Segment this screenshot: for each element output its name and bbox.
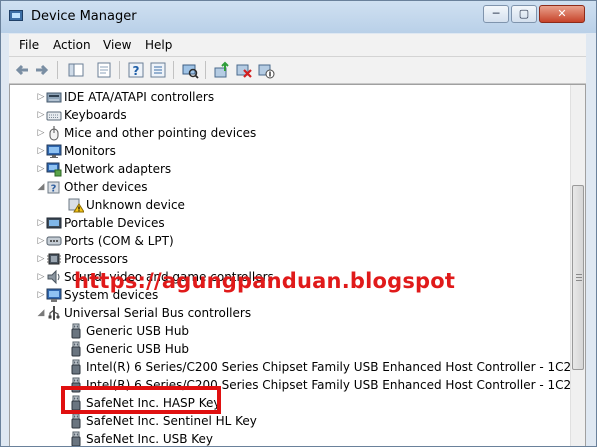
show-hide-console-tree-icon[interactable] [67, 61, 85, 79]
tree-device-item[interactable]: SafeNet Inc. Sentinel HL Key [10, 412, 572, 430]
tree-device-item[interactable]: Generic USB Hub [10, 340, 572, 358]
highlight-annotation-box [61, 386, 221, 414]
speaker-icon [46, 269, 62, 285]
tree-item-label: SafeNet Inc. Sentinel HL Key [86, 414, 257, 428]
toolbar-separator [205, 61, 206, 79]
tree-item-label: SafeNet Inc. USB Key [86, 432, 214, 446]
usb-icon [46, 305, 62, 321]
expand-arrow-icon[interactable]: ▷ [36, 286, 46, 304]
menu-view[interactable]: View [103, 38, 131, 52]
vertical-scrollbar[interactable] [570, 85, 585, 446]
disable-device-icon[interactable] [257, 61, 275, 79]
tree-category-item[interactable]: ▷ Ports (COM & LPT) [10, 232, 572, 250]
window-title: Device Manager [31, 9, 137, 24]
collapse-arrow-icon[interactable]: ◢ [36, 178, 46, 196]
tree-device-item[interactable]: Generic USB Hub [10, 322, 572, 340]
tree-item-label: Ports (COM & LPT) [64, 234, 174, 248]
svg-text:?: ? [133, 64, 140, 78]
tree-device-item[interactable]: Unknown device [10, 196, 572, 214]
keyboard-icon [46, 107, 62, 123]
tree-category-item[interactable]: ▷ Keyboards [10, 106, 572, 124]
device-manager-window: Device Manager ─ ▢ ✕ File Action View He… [0, 0, 597, 447]
tree-item-label: Portable Devices [64, 216, 165, 230]
usb-device-icon [68, 359, 84, 375]
menu-help[interactable]: Help [145, 38, 172, 52]
tree-item-label: Processors [64, 252, 129, 266]
expand-arrow-icon[interactable]: ▷ [36, 268, 46, 286]
close-button[interactable]: ✕ [539, 5, 585, 23]
tree-category-item[interactable]: ▷ Portable Devices [10, 214, 572, 232]
uninstall-device-icon[interactable] [235, 61, 253, 79]
expand-arrow-icon[interactable]: ▷ [36, 250, 46, 268]
usb-device-icon [68, 341, 84, 357]
toolbar: ? [9, 57, 586, 84]
scan-hardware-icon[interactable] [181, 61, 199, 79]
maximize-button[interactable]: ▢ [511, 5, 537, 23]
usb-device-icon [68, 413, 84, 429]
watermark-text: https://agungpanduan.blogspot [74, 269, 456, 293]
processor-icon [46, 251, 62, 267]
tree-item-label: Unknown device [86, 198, 185, 212]
properties-icon[interactable] [95, 61, 113, 79]
expand-arrow-icon[interactable]: ▷ [36, 214, 46, 232]
mouse-icon [46, 125, 62, 141]
expand-arrow-icon[interactable]: ▷ [36, 142, 46, 160]
device-view-icon[interactable] [149, 61, 167, 79]
collapse-arrow-icon[interactable]: ◢ [36, 304, 46, 322]
tree-category-item[interactable]: ▷ IDE ATA/ATAPI controllers [10, 88, 572, 106]
system-device-icon [46, 287, 62, 303]
network-adapter-icon [46, 161, 62, 177]
tree-device-item[interactable]: Intel(R) 6 Series/C200 Series Chipset Fa… [10, 358, 579, 376]
usb-device-icon [68, 431, 84, 446]
device-tree-view[interactable]: ▷ IDE ATA/ATAPI controllers ▷ Keyboards ▷ Mic… [9, 84, 586, 446]
scrollbar-grip [576, 280, 582, 281]
toolbar-separator [119, 61, 120, 79]
scrollbar-thumb[interactable] [572, 185, 584, 370]
tree-category-item[interactable]: ◢ Universal Serial Bus controllers [10, 304, 572, 322]
monitor-icon [46, 143, 62, 159]
tree-device-item[interactable]: SafeNet Inc. USB Key [10, 430, 572, 446]
forward-arrow-icon[interactable] [33, 61, 51, 79]
tree-category-item[interactable]: ▷ Processors [10, 250, 572, 268]
title-bar[interactable]: Device Manager ─ ▢ ✕ [1, 1, 596, 33]
portable-device-icon [46, 215, 62, 231]
tree-item-label: Keyboards [64, 108, 127, 122]
update-driver-icon[interactable] [213, 61, 231, 79]
tree-item-label: Mice and other pointing devices [64, 126, 257, 140]
expand-arrow-icon[interactable]: ▷ [36, 88, 46, 106]
back-arrow-icon[interactable] [13, 61, 31, 79]
other-devices-icon: ? [46, 179, 62, 195]
tree-item-label: Generic USB Hub [86, 324, 190, 338]
usb-device-icon [68, 323, 84, 339]
expand-arrow-icon[interactable]: ▷ [36, 160, 46, 178]
minimize-button[interactable]: ─ [483, 5, 509, 23]
menu-action[interactable]: Action [53, 38, 91, 52]
tree-category-item[interactable]: ▷ Network adapters [10, 160, 572, 178]
toolbar-separator [173, 61, 174, 79]
menu-file[interactable]: File [19, 38, 39, 52]
tree-item-label: IDE ATA/ATAPI controllers [64, 90, 215, 104]
tree-item-label: Network adapters [64, 162, 172, 176]
help-icon[interactable]: ? [127, 61, 145, 79]
tree-item-label: Other devices [64, 180, 148, 194]
scrollbar-grip [576, 274, 582, 275]
expand-arrow-icon[interactable]: ▷ [36, 106, 46, 124]
toolbar-separator [57, 61, 58, 79]
menu-bar: File Action View Help [9, 34, 586, 57]
scrollbar-grip [576, 277, 582, 278]
device-manager-app-icon [9, 10, 23, 21]
tree-item-label: Generic USB Hub [86, 342, 190, 356]
tree-item-label: Universal Serial Bus controllers [64, 306, 252, 320]
expand-arrow-icon[interactable]: ▷ [36, 124, 46, 142]
unknown-device-warning-icon [68, 197, 84, 213]
port-icon [46, 233, 62, 249]
ide-controller-icon [46, 89, 62, 105]
expand-arrow-icon[interactable]: ▷ [36, 232, 46, 250]
tree-item-label: Monitors [64, 144, 116, 158]
tree-category-item[interactable]: ▷ Mice and other pointing devices [10, 124, 572, 142]
tree-category-item[interactable]: ◢? Other devices [10, 178, 572, 196]
svg-text:?: ? [51, 184, 57, 195]
tree-item-label: Intel(R) 6 Series/C200 Series Chipset Fa… [86, 360, 579, 374]
tree-category-item[interactable]: ▷ Monitors [10, 142, 572, 160]
